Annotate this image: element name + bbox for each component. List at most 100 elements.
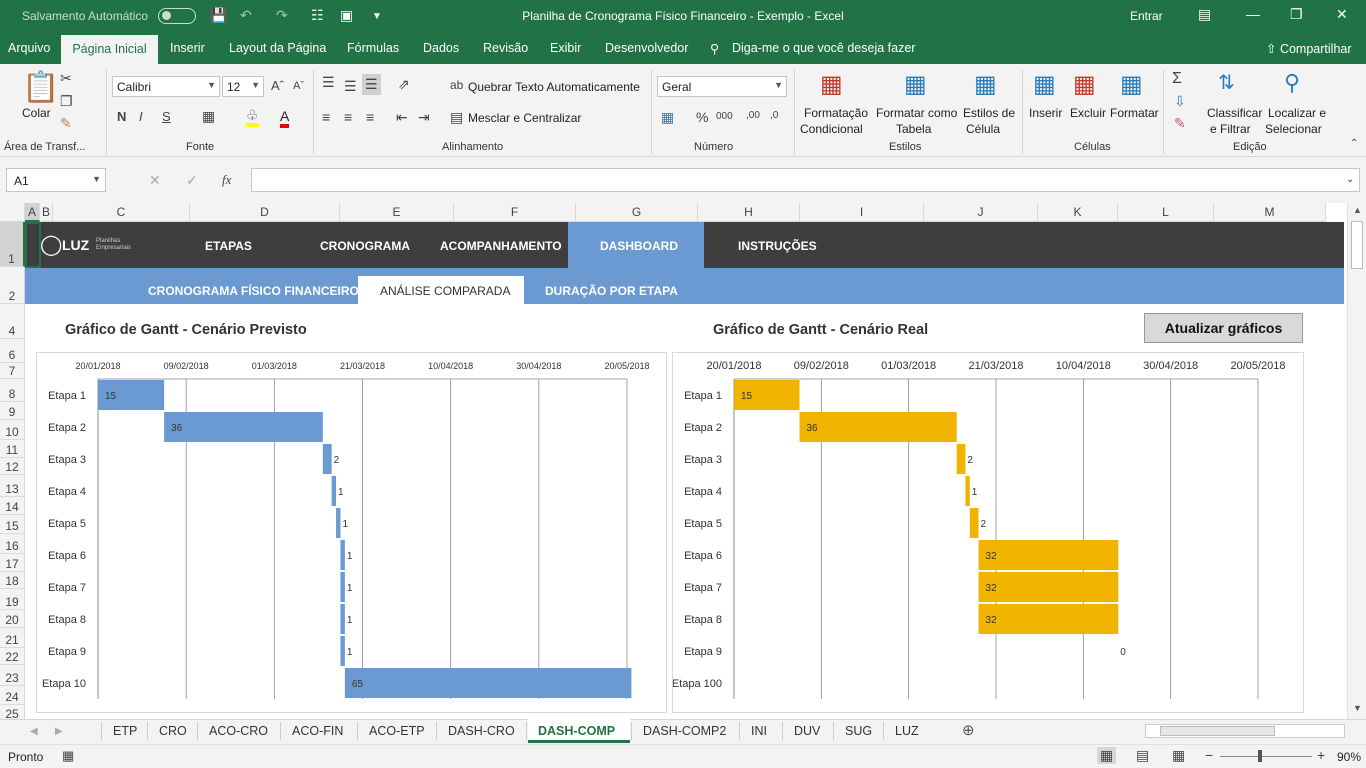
column-header-b[interactable]: B: [40, 203, 53, 222]
hscroll-thumb[interactable]: [1160, 726, 1275, 736]
borders-icon[interactable]: ▦: [202, 108, 215, 125]
number-format-select[interactable]: Geral ▼: [657, 76, 787, 97]
scroll-down-icon[interactable]: ▼: [1353, 703, 1362, 713]
row-header-9[interactable]: 9: [0, 402, 25, 420]
grow-font-icon[interactable]: Aˆ: [271, 78, 284, 93]
row-header-22[interactable]: 22: [0, 648, 25, 665]
sheet-tab-dash-comp2[interactable]: DASH-COMP2: [643, 724, 726, 738]
tab-exibir[interactable]: Exibir: [550, 41, 581, 55]
percent-icon[interactable]: %: [696, 109, 708, 125]
font-name-select[interactable]: Calibri ▼: [112, 76, 220, 97]
column-header-k[interactable]: K: [1038, 203, 1118, 222]
share-button[interactable]: ⇧ Compartilhar: [1266, 41, 1352, 56]
cut-icon[interactable]: ✂: [60, 70, 72, 87]
tab-arquivo[interactable]: Arquivo: [8, 41, 50, 55]
decrease-indent-icon[interactable]: ⇤: [396, 109, 408, 126]
sort-filter-button[interactable]: Classificar: [1207, 106, 1262, 120]
row-header-14[interactable]: 14: [0, 497, 25, 515]
minimize-icon[interactable]: —: [1246, 6, 1260, 22]
zoom-slider[interactable]: [1220, 756, 1312, 757]
page-layout-view-icon[interactable]: ▤: [1136, 747, 1149, 764]
cancel-icon[interactable]: ✕: [149, 172, 161, 189]
sheet-tab-aco-cro[interactable]: ACO-CRO: [209, 724, 268, 738]
row-header-2[interactable]: 2: [0, 267, 25, 304]
sheet-tab-aco-etp[interactable]: ACO-ETP: [369, 724, 425, 738]
column-header-i[interactable]: I: [800, 203, 924, 222]
subnav-cronograma[interactable]: CRONOGRAMA FÍSICO FINANCEIRO: [148, 284, 359, 298]
column-header-h[interactable]: H: [698, 203, 800, 222]
column-header-d[interactable]: D: [190, 203, 340, 222]
align-left-icon[interactable]: ≡: [322, 109, 330, 125]
row-header-21[interactable]: 21: [0, 628, 25, 648]
enter-icon[interactable]: ✓: [186, 172, 198, 189]
nav-instrucoes[interactable]: INSTRUÇÕES: [738, 239, 817, 253]
bold-icon[interactable]: N: [117, 109, 126, 124]
collapse-ribbon-icon[interactable]: ⌃: [1350, 138, 1358, 149]
next-sheet-icon[interactable]: ▶: [55, 726, 63, 737]
add-sheet-icon[interactable]: ⊕: [962, 721, 975, 739]
decrease-decimal-icon[interactable]: ,0: [770, 110, 778, 121]
maximize-icon[interactable]: ❐: [1290, 6, 1303, 23]
update-charts-button[interactable]: Atualizar gráficos: [1144, 313, 1303, 343]
row-header-15[interactable]: 15: [0, 515, 25, 534]
zoom-out-icon[interactable]: −: [1205, 747, 1213, 763]
column-header-e[interactable]: E: [340, 203, 454, 222]
sheet-tab-aco-fin[interactable]: ACO-FIN: [292, 724, 343, 738]
row-header-24[interactable]: 24: [0, 686, 25, 705]
insert-function-icon[interactable]: fx: [222, 172, 231, 188]
sheet-tab-duv[interactable]: DUV: [794, 724, 820, 738]
sheet-tab-dash-comp[interactable]: DASH-COMP: [538, 724, 615, 738]
tab-revisao[interactable]: Revisão: [483, 41, 528, 55]
fill-color-icon[interactable]: ♧: [246, 107, 259, 127]
column-header-l[interactable]: L: [1118, 203, 1214, 222]
nav-acompanhamento[interactable]: ACOMPANHAMENTO: [440, 239, 562, 253]
row-header-6[interactable]: 6: [0, 339, 25, 363]
merge-center-button[interactable]: Mesclar e Centralizar: [468, 111, 581, 125]
row-header-13[interactable]: 13: [0, 475, 25, 497]
italic-icon[interactable]: I: [139, 109, 143, 124]
align-bottom-icon[interactable]: ☰: [362, 74, 381, 95]
clear-icon[interactable]: ✎: [1174, 115, 1186, 132]
paste-icon[interactable]: 📋: [22, 70, 59, 105]
wrap-text-button[interactable]: Quebrar Texto Automaticamente: [468, 80, 640, 94]
align-middle-icon[interactable]: ☰: [344, 78, 357, 95]
normal-view-icon[interactable]: ▦: [1097, 747, 1117, 764]
orientation-icon[interactable]: ⇗: [398, 76, 410, 93]
row-header-18[interactable]: 18: [0, 572, 25, 589]
nav-cronograma[interactable]: CRONOGRAMA: [320, 239, 410, 253]
name-box[interactable]: A1 ▼: [6, 168, 106, 192]
increase-indent-icon[interactable]: ⇥: [418, 109, 430, 126]
column-header-f[interactable]: F: [454, 203, 576, 222]
horizontal-scrollbar[interactable]: [1145, 724, 1345, 738]
column-header-m[interactable]: M: [1214, 203, 1326, 222]
format-as-table-button[interactable]: Formatar como: [876, 106, 957, 120]
subnav-analise[interactable]: ANÁLISE COMPARADA: [380, 284, 510, 298]
row-header-16[interactable]: 16: [0, 534, 25, 554]
formula-input[interactable]: [251, 168, 1360, 192]
row-header-19[interactable]: 19: [0, 589, 25, 610]
column-header-g[interactable]: G: [576, 203, 698, 222]
tab-layout[interactable]: Layout da Página: [229, 41, 326, 55]
row-header-10[interactable]: 10: [0, 420, 25, 440]
row-header-1[interactable]: 1: [0, 222, 25, 267]
increase-decimal-icon[interactable]: ,00: [746, 110, 760, 121]
row-header-11[interactable]: 11: [0, 440, 25, 458]
shrink-font-icon[interactable]: Aˇ: [293, 80, 304, 92]
align-right-icon[interactable]: ≡: [366, 109, 374, 125]
prev-sheet-icon[interactable]: ◀: [30, 726, 38, 737]
conditional-format-button[interactable]: Formatação: [804, 106, 868, 120]
subnav-duracao[interactable]: DURAÇÃO POR ETAPA: [545, 284, 678, 298]
autosum-icon[interactable]: Σ: [1172, 70, 1182, 88]
row-header-17[interactable]: 17: [0, 554, 25, 572]
format-painter-icon[interactable]: ✎: [60, 115, 72, 132]
row-header-23[interactable]: 23: [0, 665, 25, 686]
sheet-tab-luz[interactable]: LUZ: [895, 724, 919, 738]
find-select-button[interactable]: Localizar e: [1268, 106, 1326, 120]
sheet-tab-etp[interactable]: ETP: [113, 724, 137, 738]
vertical-scrollbar[interactable]: ▲ ▼: [1347, 203, 1366, 719]
tab-desenvolvedor[interactable]: Desenvolvedor: [605, 41, 688, 55]
tell-me-input[interactable]: Diga-me o que você deseja fazer: [732, 41, 915, 55]
sheet-tab-sug[interactable]: SUG: [845, 724, 872, 738]
sheet-tab-dash-cro[interactable]: DASH-CRO: [448, 724, 515, 738]
row-header-20[interactable]: 20: [0, 610, 25, 628]
